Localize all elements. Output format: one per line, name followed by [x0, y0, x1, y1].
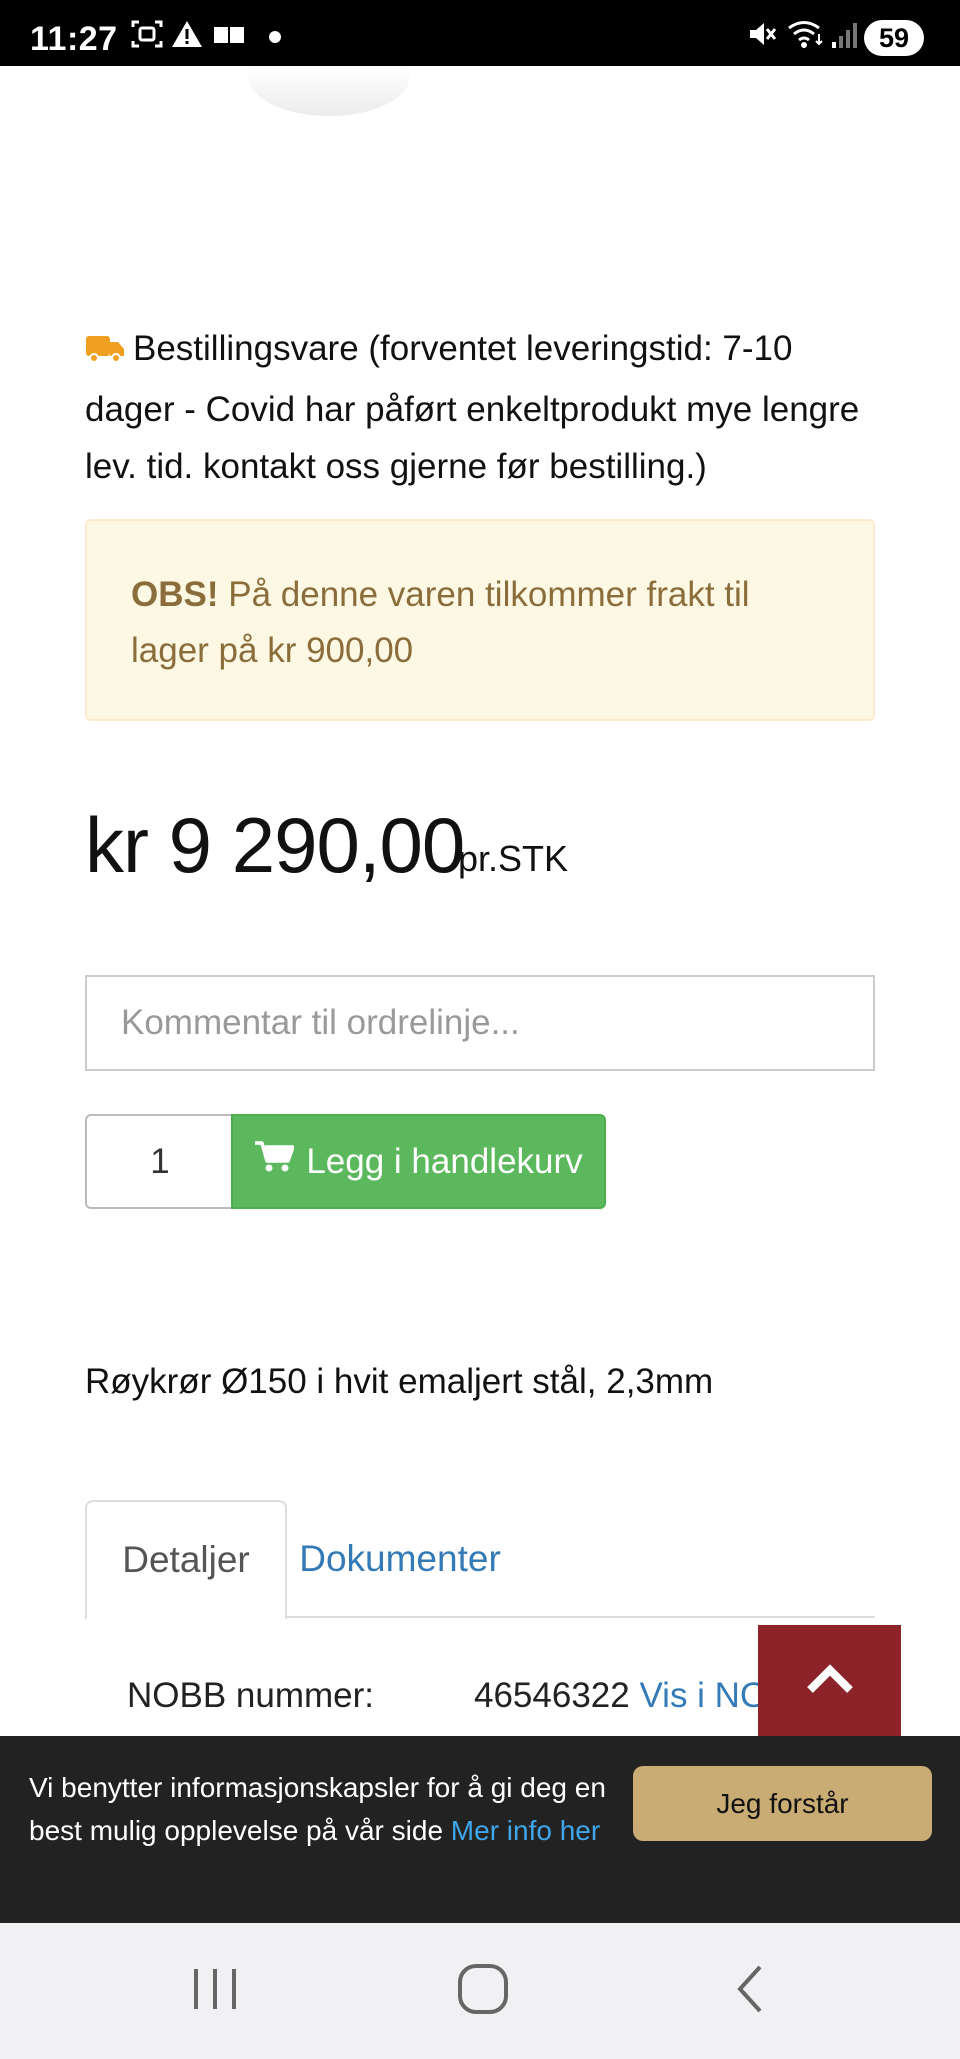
product-image	[248, 66, 410, 116]
signal-icon	[830, 18, 860, 55]
battery-indicator: 59	[864, 20, 924, 56]
cookie-accept-button[interactable]: Jeg forstår	[633, 1766, 932, 1841]
truck-icon	[85, 324, 125, 381]
system-navigation-bar	[0, 1923, 960, 2059]
product-tabs: Detaljer Dokumenter	[85, 1500, 875, 1620]
status-bar: 11:27 59	[0, 0, 960, 66]
nobb-label: NOBB nummer:	[127, 1676, 374, 1715]
stock-text: Bestillingsvare (forventet leveringstid:…	[85, 329, 860, 486]
nobb-value-wrap: 46546322 Vis i NOB	[474, 1676, 791, 1716]
order-line-comment-input[interactable]	[85, 975, 875, 1071]
scroll-to-top-button[interactable]	[758, 1625, 901, 1737]
stock-status: Bestillingsvare (forventet leveringstid:…	[85, 320, 885, 495]
screenshot-icon	[130, 18, 164, 55]
price-unit: pr.STK	[458, 838, 569, 879]
message-icon	[212, 18, 248, 55]
add-to-cart-button[interactable]: Legg i handlekurv	[231, 1114, 606, 1209]
nobb-value: 46546322	[474, 1676, 630, 1715]
product-description: Røykrør Ø150 i hvit emaljert stål, 2,3mm	[85, 1362, 714, 1401]
freight-alert: OBS! På denne varen tilkommer frakt til …	[85, 519, 875, 721]
cookie-more-info-link[interactable]: Mer info her	[451, 1815, 600, 1846]
cookie-banner: Vi benytter informasjonskapsler for å gi…	[0, 1736, 960, 1923]
alert-text: På denne varen tilkommer frakt til lager…	[131, 575, 750, 670]
tab-details[interactable]: Detaljer	[85, 1500, 287, 1620]
product-price: kr 9 290,00	[85, 801, 465, 889]
cookie-text-wrap: Vi benytter informasjonskapsler for å gi…	[29, 1766, 609, 1852]
wifi-icon	[786, 18, 826, 55]
chevron-up-icon	[805, 1663, 855, 1700]
quantity-input[interactable]	[85, 1114, 233, 1209]
dot-icon	[268, 30, 282, 49]
alert-strong: OBS!	[131, 575, 219, 614]
status-time: 11:27	[30, 20, 118, 58]
add-to-cart-label: Legg i handlekurv	[306, 1141, 583, 1181]
cart-icon	[254, 1140, 296, 1183]
recent-apps-icon[interactable]	[190, 1961, 240, 2022]
tab-documents[interactable]: Dokumenter	[287, 1500, 513, 1618]
home-icon[interactable]	[455, 1961, 511, 2022]
mute-icon	[746, 18, 778, 55]
back-icon[interactable]	[730, 1961, 770, 2022]
warning-icon	[170, 18, 204, 55]
